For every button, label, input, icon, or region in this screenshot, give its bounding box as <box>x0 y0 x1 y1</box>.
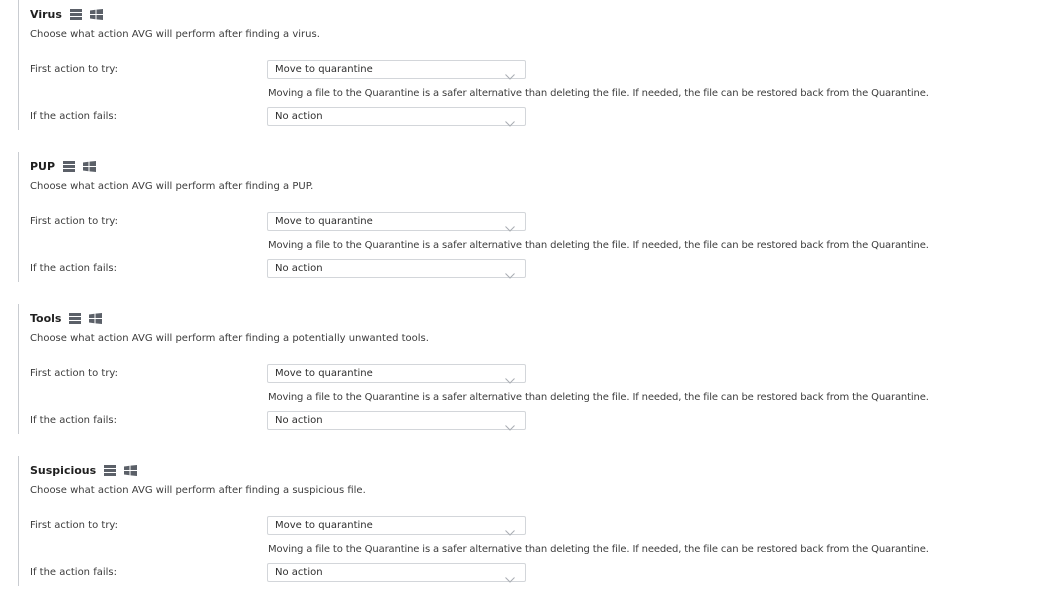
first-action-value: Move to quarantine <box>275 368 373 379</box>
chevron-down-icon <box>505 369 515 388</box>
fail-action-label: If the action fails: <box>30 111 117 122</box>
section-description: Choose what action AVG will perform afte… <box>30 485 366 496</box>
section-header: Virus <box>30 4 103 24</box>
windows-icon <box>124 464 138 476</box>
section-divider <box>18 152 19 282</box>
fail-action-value: No action <box>275 263 323 274</box>
chevron-down-icon <box>505 416 515 435</box>
first-action-label: First action to try: <box>30 216 118 227</box>
section-description: Choose what action AVG will perform afte… <box>30 181 314 192</box>
section-divider <box>18 456 19 586</box>
fail-action-dropdown[interactable]: No action <box>267 411 526 431</box>
fail-action-value: No action <box>275 567 323 578</box>
section-title: Suspicious <box>30 463 97 477</box>
quarantine-hint: Moving a file to the Quarantine is a saf… <box>268 88 929 99</box>
first-action-dropdown[interactable]: Move to quarantine <box>267 516 526 536</box>
first-action-value: Move to quarantine <box>275 520 373 531</box>
fail-action-label: If the action fails: <box>30 415 117 426</box>
first-action-label: First action to try: <box>30 368 118 379</box>
first-action-value: Move to quarantine <box>275 216 373 227</box>
section-header: Suspicious <box>30 460 138 480</box>
first-action-dropdown[interactable]: Move to quarantine <box>267 364 526 384</box>
fail-action-dropdown[interactable]: No action <box>267 259 526 279</box>
server-icon <box>69 312 82 324</box>
first-action-value: Move to quarantine <box>275 64 373 75</box>
chevron-down-icon <box>505 217 515 236</box>
pup-section: PUP Choose what action AVG will perform … <box>0 152 1039 292</box>
fail-action-dropdown[interactable]: No action <box>267 107 526 127</box>
section-description: Choose what action AVG will perform afte… <box>30 29 320 40</box>
section-title: PUP <box>30 159 56 173</box>
suspicious-section: Suspicious Choose what action AVG will p… <box>0 456 1039 596</box>
section-divider <box>18 304 19 434</box>
first-action-label: First action to try: <box>30 64 118 75</box>
quarantine-hint: Moving a file to the Quarantine is a saf… <box>268 240 929 251</box>
section-header: Tools <box>30 308 103 328</box>
fail-action-dropdown[interactable]: No action <box>267 563 526 583</box>
first-action-dropdown[interactable]: Move to quarantine <box>267 212 526 232</box>
tools-section: Tools Choose what action AVG will perfor… <box>0 304 1039 444</box>
chevron-down-icon <box>505 568 515 587</box>
first-action-label: First action to try: <box>30 520 118 531</box>
section-header: PUP <box>30 156 97 176</box>
quarantine-hint: Moving a file to the Quarantine is a saf… <box>268 544 929 555</box>
server-icon <box>69 8 82 20</box>
server-icon <box>63 160 76 172</box>
chevron-down-icon <box>505 112 515 131</box>
fail-action-label: If the action fails: <box>30 567 117 578</box>
section-title: Tools <box>30 311 62 325</box>
section-title: Virus <box>30 7 62 21</box>
fail-action-value: No action <box>275 415 323 426</box>
section-divider <box>18 0 19 130</box>
fail-action-label: If the action fails: <box>30 263 117 274</box>
windows-icon <box>89 312 103 324</box>
windows-icon <box>89 8 103 20</box>
virus-section: Virus Choose what action AVG will perfor… <box>0 0 1039 140</box>
chevron-down-icon <box>505 65 515 84</box>
chevron-down-icon <box>505 521 515 540</box>
quarantine-hint: Moving a file to the Quarantine is a saf… <box>268 392 929 403</box>
section-description: Choose what action AVG will perform afte… <box>30 333 429 344</box>
fail-action-value: No action <box>275 111 323 122</box>
chevron-down-icon <box>505 264 515 283</box>
first-action-dropdown[interactable]: Move to quarantine <box>267 60 526 80</box>
windows-icon <box>83 160 97 172</box>
server-icon <box>104 464 117 476</box>
